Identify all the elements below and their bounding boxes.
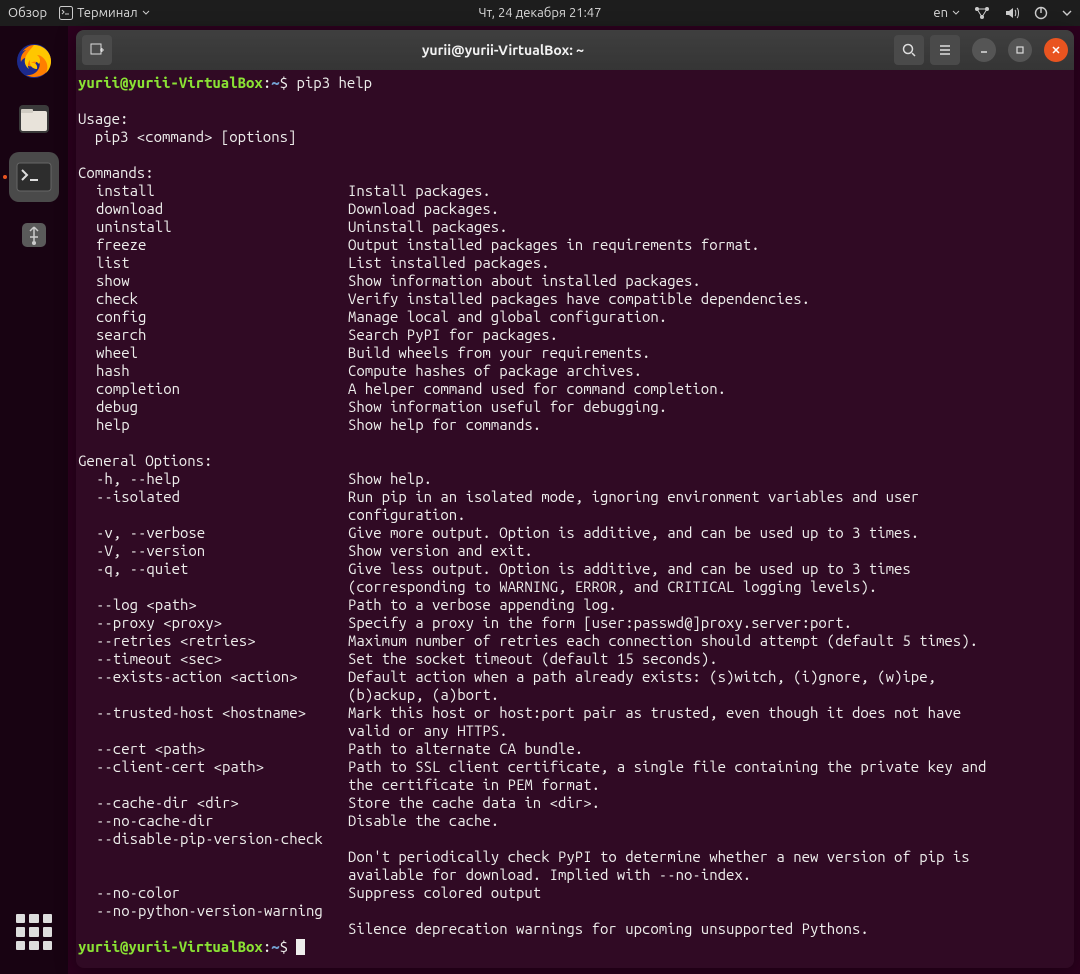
- terminal-window: yurii@yurii-VirtualBox: ~ yurii@yurii-Vi…: [76, 30, 1074, 968]
- option-row: --client-cert <path>Path to SSL client c…: [78, 758, 1072, 776]
- option-desc-continuation: Don't periodically check PyPI to determi…: [78, 848, 1072, 866]
- option-row: --trusted-host <hostname>Mark this host …: [78, 704, 1072, 722]
- new-tab-icon: [89, 42, 105, 58]
- dock: [0, 26, 68, 974]
- option-row: -v, --verboseGive more output. Option is…: [78, 524, 1072, 542]
- show-applications-button[interactable]: [16, 914, 52, 950]
- command-row: listList installed packages.: [78, 254, 1072, 272]
- command-row: debugShow information useful for debuggi…: [78, 398, 1072, 416]
- hamburger-icon: [937, 42, 953, 58]
- firefox-icon: [14, 41, 54, 81]
- option-desc-continuation: (corresponding to WARNING, ERROR, and CR…: [78, 578, 1072, 596]
- gnome-top-panel: Обзор Терминал Чт, 24 декабря 21:47 en: [0, 0, 1080, 26]
- network-icon[interactable]: [974, 6, 990, 20]
- command-row: helpShow help for commands.: [78, 416, 1072, 434]
- search-button[interactable]: [894, 35, 924, 65]
- app-menu-button[interactable]: Терминал: [59, 6, 149, 20]
- command-row: downloadDownload packages.: [78, 200, 1072, 218]
- option-desc-continuation: Silence deprecation warnings for upcomin…: [78, 920, 1072, 938]
- option-desc-continuation: (b)ackup, (a)bort.: [78, 686, 1072, 704]
- option-desc-continuation: configuration.: [78, 506, 1072, 524]
- window-title: yurii@yurii-VirtualBox: ~: [118, 42, 888, 58]
- option-row: --log <path>Path to a verbose appending …: [78, 596, 1072, 614]
- dock-terminal[interactable]: [9, 152, 59, 202]
- power-icon[interactable]: [1034, 6, 1048, 20]
- maximize-button[interactable]: [1008, 38, 1032, 62]
- option-row: --no-cache-dirDisable the cache.: [78, 812, 1072, 830]
- option-row: --no-python-version-warning: [78, 902, 1072, 920]
- files-icon: [14, 99, 54, 139]
- terminal-icon: [59, 6, 73, 20]
- chevron-down-icon: [142, 9, 150, 17]
- command-row: checkVerify installed packages have comp…: [78, 290, 1072, 308]
- dock-firefox[interactable]: [9, 36, 59, 86]
- dock-usb[interactable]: [9, 210, 59, 260]
- clock[interactable]: Чт, 24 декабря 21:47: [479, 6, 602, 20]
- close-button[interactable]: [1044, 38, 1068, 62]
- chevron-down-icon: [952, 9, 960, 17]
- option-desc-continuation: valid or any HTTPS.: [78, 722, 1072, 740]
- minimize-button[interactable]: [972, 38, 996, 62]
- option-row: -V, --versionShow version and exit.: [78, 542, 1072, 560]
- command-row: wheelBuild wheels from your requirements…: [78, 344, 1072, 362]
- volume-icon[interactable]: [1004, 6, 1020, 20]
- activities-button[interactable]: Обзор: [8, 6, 47, 20]
- option-row: -q, --quietGive less output. Option is a…: [78, 560, 1072, 578]
- option-row: --retries <retries>Maximum number of ret…: [78, 632, 1072, 650]
- command-row: searchSearch PyPI for packages.: [78, 326, 1072, 344]
- command-row: hashCompute hashes of package archives.: [78, 362, 1072, 380]
- option-row: --disable-pip-version-check: [78, 830, 1072, 848]
- command-row: uninstallUninstall packages.: [78, 218, 1072, 236]
- usb-drive-icon: [14, 215, 54, 255]
- option-row: --cache-dir <dir>Store the cache data in…: [78, 794, 1072, 812]
- active-indicator: [3, 175, 7, 179]
- hamburger-menu-button[interactable]: [930, 35, 960, 65]
- new-tab-button[interactable]: [82, 35, 112, 65]
- close-icon: [1051, 45, 1061, 55]
- command-row: freezeOutput installed packages in requi…: [78, 236, 1072, 254]
- prompt-user: yurii@yurii-VirtualBox: [78, 74, 263, 91]
- entered-command: pip3 help: [296, 74, 372, 91]
- window-titlebar[interactable]: yurii@yurii-VirtualBox: ~: [76, 30, 1074, 70]
- system-menu-chevron-icon[interactable]: [1062, 8, 1072, 18]
- option-row: -h, --helpShow help.: [78, 470, 1072, 488]
- option-row: --timeout <sec>Set the socket timeout (d…: [78, 650, 1072, 668]
- input-language-label: en: [933, 6, 948, 20]
- option-row: --proxy <proxy>Specify a proxy in the fo…: [78, 614, 1072, 632]
- command-row: showShow information about installed pac…: [78, 272, 1072, 290]
- command-row: configManage local and global configurat…: [78, 308, 1072, 326]
- prompt-path: ~: [271, 74, 279, 91]
- option-row: --isolatedRun pip in an isolated mode, i…: [78, 488, 1072, 506]
- input-language-indicator[interactable]: en: [933, 6, 960, 20]
- terminal-icon: [16, 162, 52, 192]
- terminal-output[interactable]: yurii@yurii-VirtualBox:~$ pip3 help Usag…: [76, 70, 1074, 968]
- app-menu-label: Терминал: [77, 6, 137, 20]
- minimize-icon: [979, 45, 989, 55]
- search-icon: [901, 42, 917, 58]
- option-row: --exists-action <action>Default action w…: [78, 668, 1072, 686]
- option-desc-continuation: the certificate in PEM format.: [78, 776, 1072, 794]
- dock-files[interactable]: [9, 94, 59, 144]
- command-row: completionA helper command used for comm…: [78, 380, 1072, 398]
- command-row: installInstall packages.: [78, 182, 1072, 200]
- option-row: --no-colorSuppress colored output: [78, 884, 1072, 902]
- option-desc-continuation: available for download. Implied with --n…: [78, 866, 1072, 884]
- maximize-icon: [1015, 45, 1025, 55]
- option-row: --cert <path>Path to alternate CA bundle…: [78, 740, 1072, 758]
- terminal-cursor[interactable]: [296, 939, 305, 955]
